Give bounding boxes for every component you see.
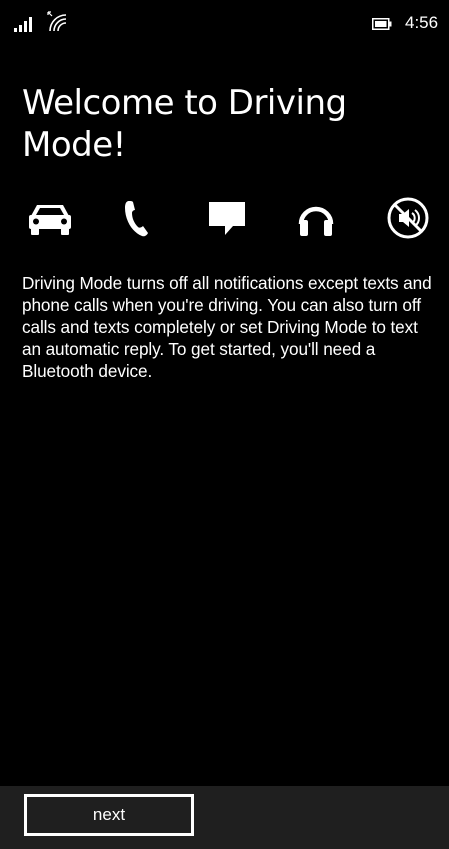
next-button[interactable]: next bbox=[24, 794, 194, 836]
signal-bars-icon bbox=[14, 17, 32, 32]
car-icon bbox=[29, 205, 71, 235]
message-icon bbox=[209, 202, 245, 235]
mute-icon bbox=[387, 197, 429, 239]
status-bar: 4:56 bbox=[0, 0, 449, 40]
headphones-icon bbox=[298, 206, 334, 236]
phone-icon bbox=[125, 201, 148, 237]
battery-icon bbox=[372, 18, 392, 30]
app-bar: next bbox=[0, 786, 449, 849]
description-text: Driving Mode turns off all notifications… bbox=[22, 273, 432, 381]
wifi-icon bbox=[47, 11, 67, 32]
feature-icons-row bbox=[0, 194, 449, 246]
page-title: Welcome to Driving Mode! bbox=[22, 83, 347, 165]
status-time: 4:56 bbox=[405, 13, 439, 32]
